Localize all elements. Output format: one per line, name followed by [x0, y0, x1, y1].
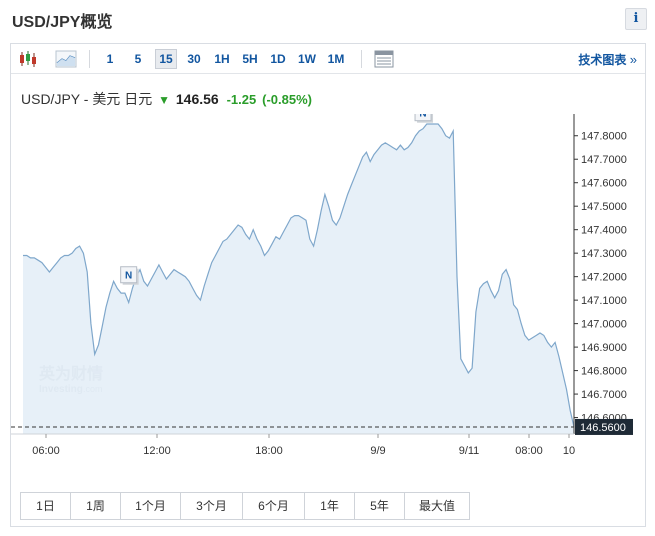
down-arrow-icon: ▼	[158, 93, 170, 107]
price-chart[interactable]: 英为财情Investing.com147.8000147.7000147.600…	[11, 114, 645, 464]
y-tick-label: 147.3000	[581, 248, 627, 260]
chart-toolbar: 1 5 15 30 1H 5H 1D 1W 1M 技术图表 »	[11, 44, 645, 74]
x-tick-label: 06:00	[32, 445, 60, 457]
range-1d-button[interactable]: 1日	[21, 493, 71, 519]
y-tick-label: 146.7000	[581, 389, 627, 401]
y-tick-label: 147.6000	[581, 178, 627, 190]
range-6m-button[interactable]: 6个月	[243, 493, 305, 519]
timeframe-15-button[interactable]: 15	[155, 49, 177, 69]
x-tick-label: 08:00	[515, 445, 543, 457]
x-tick-label: 12:00	[143, 445, 171, 457]
y-tick-label: 147.2000	[581, 272, 627, 284]
timeframe-5h-button[interactable]: 5H	[239, 49, 261, 69]
quote-line: USD/JPY - 美元 日元 ▼ 146.56 -1.25 (-0.85%)	[21, 89, 312, 109]
timeframe-1w-button[interactable]: 1W	[295, 49, 319, 69]
range-1w-button[interactable]: 1周	[71, 493, 121, 519]
technical-chart-link[interactable]: 技术图表 »	[578, 51, 637, 68]
technical-chart-label: 技术图表	[578, 53, 627, 67]
y-tick-label: 147.0000	[581, 319, 627, 331]
timeframe-5-button[interactable]: 5	[130, 49, 146, 69]
current-price-label: 146.5600	[580, 422, 626, 434]
timeframe-1m-button[interactable]: 1M	[324, 49, 348, 69]
info-button[interactable]: i	[625, 8, 647, 30]
pair-name: USD/JPY - 美元 日元	[21, 91, 153, 107]
y-tick-label: 147.7000	[581, 154, 627, 166]
price-change: -1.25	[226, 92, 257, 107]
x-tick-label: 9/9	[370, 445, 385, 457]
y-tick-label: 147.1000	[581, 295, 627, 307]
chevron-right-icon: »	[629, 52, 637, 67]
table-view-icon[interactable]	[373, 49, 395, 69]
candlestick-chart-icon[interactable]	[17, 49, 39, 69]
y-tick-label: 146.9000	[581, 342, 627, 354]
x-tick-label: 10	[563, 445, 575, 457]
area-chart-icon[interactable]	[55, 49, 77, 69]
timeframe-30-button[interactable]: 30	[183, 49, 205, 69]
range-3m-button[interactable]: 3个月	[181, 493, 243, 519]
range-selector: 1日 1周 1个月 3个月 6个月 1年 5年 最大值	[20, 492, 470, 520]
y-tick-label: 146.8000	[581, 366, 627, 378]
range-1m-button[interactable]: 1个月	[121, 493, 181, 519]
range-1y-button[interactable]: 1年	[305, 493, 355, 519]
price-area-fill	[23, 124, 574, 434]
page-title: USD/JPY概览	[12, 14, 113, 31]
price-change-percent: (-0.85%)	[262, 92, 312, 107]
y-tick-label: 147.8000	[581, 131, 627, 143]
x-tick-label: 18:00	[255, 445, 283, 457]
y-tick-label: 147.4000	[581, 225, 627, 237]
timeframe-1h-button[interactable]: 1H	[211, 49, 233, 69]
news-marker-label: N	[419, 114, 426, 120]
x-tick-label: 9/11	[459, 445, 480, 457]
news-marker-label: N	[125, 271, 132, 282]
chart-widget: 1 5 15 30 1H 5H 1D 1W 1M 技术图表 » USD/JPY …	[10, 43, 646, 527]
y-tick-label: 147.5000	[581, 201, 627, 213]
toolbar-separator	[361, 50, 362, 68]
range-5y-button[interactable]: 5年	[355, 493, 405, 519]
range-max-button[interactable]: 最大值	[405, 493, 469, 519]
last-price: 146.56	[175, 91, 219, 107]
timeframe-1d-button[interactable]: 1D	[267, 49, 289, 69]
timeframe-1-button[interactable]: 1	[102, 49, 118, 69]
toolbar-separator	[89, 50, 90, 68]
